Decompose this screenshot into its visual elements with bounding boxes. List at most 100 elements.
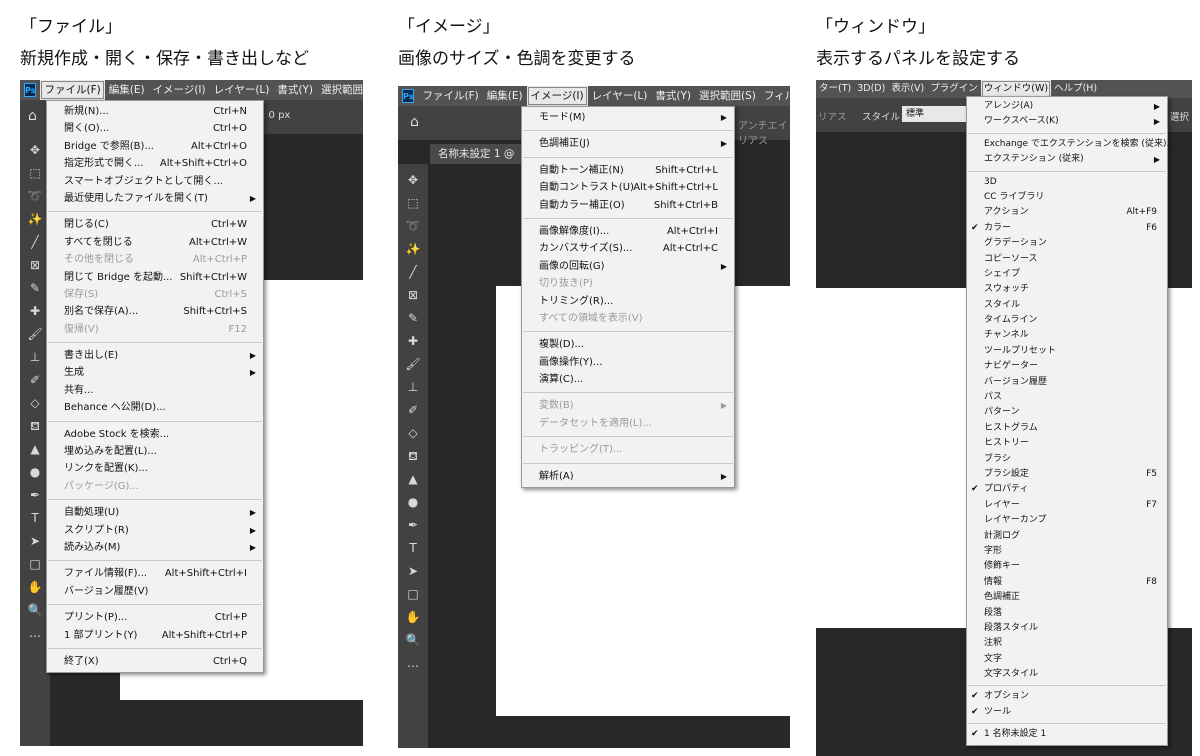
dodge-icon[interactable]: ● [398,494,428,510]
menu-item[interactable]: ✔ プロパティ [967,482,1167,497]
menu-item[interactable]: タイムライン [967,313,1167,328]
menu-item[interactable]: シェイプ [967,267,1167,282]
menu-item[interactable]: 注釈 [967,636,1167,651]
lasso-icon[interactable]: ➰ [398,218,428,234]
menu-item[interactable]: モード(M) ▶ [522,109,734,126]
menu-item[interactable]: 開く(O)... Ctrl+O [47,120,263,137]
marquee-icon[interactable]: ⬚ [398,195,428,211]
menubar-select[interactable]: 選択範囲(S) [317,80,363,100]
home-icon[interactable]: ⌂ [410,114,419,130]
menu-item[interactable]: ツールプリセット [967,344,1167,359]
eraser-icon[interactable]: ◇ [398,425,428,441]
menu-item[interactable]: 自動カラー補正(O) Shift+Ctrl+B [522,197,734,214]
menu-item[interactable]: レイヤーカンプ [967,513,1167,528]
menu-item[interactable]: 段落 [967,606,1167,621]
menu-item[interactable]: アクション Alt+F9 [967,205,1167,220]
menu-item[interactable]: CC ライブラリ [967,190,1167,205]
menubar-3d[interactable]: 3D(D) [854,80,888,98]
menu-item[interactable]: 画像の回転(G) ▶ [522,258,734,275]
menu-item[interactable]: 画像解像度(I)... Alt+Ctrl+I [522,223,734,240]
text-icon[interactable]: T [398,540,428,556]
menubar-select[interactable]: 選択範囲(S) [695,86,760,106]
menu-item[interactable]: ブラシ設定 F5 [967,467,1167,482]
move-icon[interactable]: ✥ [398,172,428,188]
menu-item[interactable]: Bridge で参照(B)... Alt+Ctrl+O [47,138,263,155]
more-icon[interactable]: … [398,655,428,671]
menu-item[interactable]: 段落スタイル [967,621,1167,636]
magic-wand-icon[interactable]: ✨ [398,241,428,257]
menu-item[interactable]: 文字スタイル [967,667,1167,682]
menu-item[interactable]: スウォッチ [967,282,1167,297]
menu-item[interactable]: スタイル [967,298,1167,313]
select-label[interactable]: 選択 [1170,109,1189,123]
menu-item[interactable]: Exchange でエクステンションを検索 (従来)... [967,137,1175,152]
menu-item[interactable]: ブラシ [967,452,1167,467]
brush-small-icon[interactable]: ╱ [398,264,428,280]
frame-icon[interactable]: ⊠ [398,287,428,303]
menu-item[interactable]: バージョン履歴(V) [47,583,263,600]
menu-item[interactable]: ナビゲーター [967,359,1167,374]
menu-item[interactable]: 最近使用したファイルを開く(T) ▶ [47,190,263,207]
menubar-edit[interactable]: 編集(E) [105,80,149,100]
menubar-filter[interactable]: フィルター( [760,86,790,106]
menu-item[interactable]: 終了(X) Ctrl+Q [47,653,263,670]
menu-item[interactable]: ヒストリー [967,436,1167,451]
healing-icon[interactable]: ✚ [398,333,428,349]
menu-item[interactable]: 書き出し(E) ▶ [47,347,263,364]
brush-icon[interactable]: 🖌 [398,356,428,372]
menu-item[interactable]: 自動処理(U) ▶ [47,504,263,521]
menu-item[interactable]: コピーソース [967,252,1167,267]
menu-item[interactable]: すべてを閉じる Alt+Ctrl+W [47,234,263,251]
menu-item[interactable]: 共有... [47,382,263,399]
menu-item[interactable]: トリミング(R)... [522,293,734,310]
bucket-icon[interactable]: ⛾ [398,448,428,464]
menu-item[interactable]: 閉じて Bridge を起動... Shift+Ctrl+W [47,269,263,286]
menu-item[interactable]: 閉じる(C) Ctrl+W [47,216,263,233]
menubar-type[interactable]: 書式(Y) [651,86,695,106]
menu-item[interactable]: Behance へ公開(D)... [47,399,263,416]
menu-item[interactable]: パス [967,390,1167,405]
menubar-filter[interactable]: ター(T) [816,80,854,98]
menubar-file[interactable]: ファイル(F) [418,86,482,106]
menu-item[interactable]: 画像操作(Y)... [522,354,734,371]
menubar-image[interactable]: イメージ(I) [526,86,588,106]
menu-item[interactable]: 情報 F8 [967,575,1167,590]
menu-item[interactable]: ファイル情報(F)... Alt+Shift+Ctrl+I [47,565,263,582]
menu-item[interactable]: リンクを配置(K)... [47,460,263,477]
menu-item[interactable]: パターン [967,405,1167,420]
menubar-edit[interactable]: 編集(E) [483,86,527,106]
menu-item[interactable]: 修飾キー [967,559,1167,574]
zoom-icon[interactable]: 🔍 [398,632,428,648]
path-select-icon[interactable]: ➤ [398,563,428,579]
menu-item[interactable]: チャンネル [967,328,1167,343]
menu-item[interactable]: 別名で保存(A)... Shift+Ctrl+S [47,303,263,320]
pen-icon[interactable]: ✒ [398,517,428,533]
eyedropper-icon[interactable]: ✎ [398,310,428,326]
menubar-image[interactable]: イメージ(I) [149,80,210,100]
rectangle-icon[interactable]: □ [398,586,428,602]
menu-item[interactable]: 解析(A) ▶ [522,468,734,485]
menu-item[interactable]: ヒストグラム [967,421,1167,436]
menu-item[interactable]: アレンジ(A) ▶ [967,99,1167,114]
menu-item[interactable]: 文字 [967,652,1167,667]
menu-item[interactable]: 色調補正(J) ▶ [522,135,734,152]
menu-item[interactable]: 生成 ▶ [47,364,263,381]
menu-item[interactable]: 字形 [967,544,1167,559]
menu-item[interactable]: ワークスペース(K) ▶ [967,114,1167,129]
menu-item[interactable]: 演算(C)... [522,371,734,388]
menu-item[interactable]: 複製(D)... [522,336,734,353]
menu-item[interactable]: エクステンション (従来) ▶ [967,152,1167,167]
menu-item[interactable]: プリント(P)... Ctrl+P [47,609,263,626]
menu-item[interactable]: スクリプト(R) ▶ [47,522,263,539]
menu-item[interactable]: バージョン履歴 [967,375,1167,390]
menu-item[interactable]: 新規(N)... Ctrl+N [47,103,263,120]
menubar-type[interactable]: 書式(Y) [273,80,317,100]
menu-item[interactable]: 自動コントラスト(U) Alt+Shift+Ctrl+L [522,179,734,196]
menubar-view[interactable]: 表示(V) [888,80,927,98]
document-tab[interactable]: 名称未設定 1 @ [430,144,523,164]
menu-item[interactable]: ✔ カラー F6 [967,221,1167,236]
menu-item[interactable]: レイヤー F7 [967,498,1167,513]
menu-item[interactable]: スマートオブジェクトとして開く... [47,173,263,190]
menu-item[interactable]: 自動トーン補正(N) Shift+Ctrl+L [522,162,734,179]
menu-item[interactable]: ✔ 1 名称未設定 1 [967,727,1167,742]
